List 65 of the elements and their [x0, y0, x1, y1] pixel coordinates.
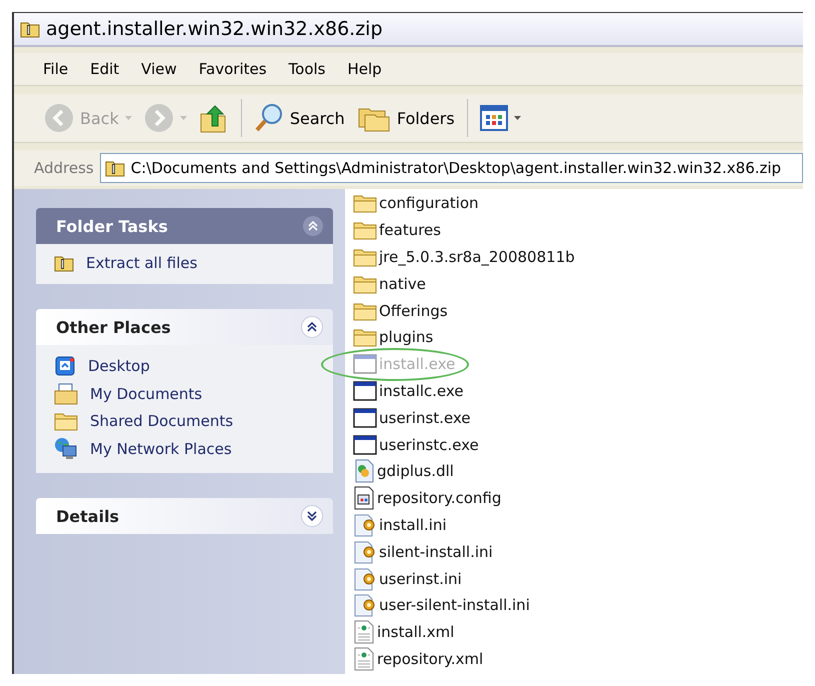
- xml-file-icon: [353, 620, 375, 644]
- expand-chevron-icon[interactable]: [301, 505, 323, 527]
- menu-item[interactable]: Tools: [278, 60, 336, 78]
- directory-entry[interactable]: install.ini: [353, 512, 447, 538]
- settings-file-icon: [353, 540, 377, 564]
- program-window-icon: [353, 353, 377, 376]
- views-grid-icon: [480, 105, 508, 131]
- panel-header[interactable]: Folder Tasks: [36, 208, 333, 244]
- desktop-icon: [54, 355, 76, 377]
- task-link[interactable]: Desktop: [54, 355, 333, 377]
- task-link[interactable]: Extract all files: [54, 254, 333, 272]
- directory-entry[interactable]: Offerings: [353, 297, 448, 324]
- folder-icon: [353, 220, 377, 240]
- address-label: Address: [34, 159, 94, 177]
- config-file-icon: [353, 486, 375, 510]
- menu-item[interactable]: Favorites: [188, 60, 278, 78]
- folder-icon: [353, 246, 377, 267]
- xml-file-icon: [353, 646, 375, 671]
- directory-entry[interactable]: silent-install.ini: [353, 538, 493, 566]
- program-window-icon: [353, 406, 377, 429]
- zip-folder-icon: [20, 20, 40, 38]
- panel-header[interactable]: Other Places: [36, 309, 333, 345]
- address-field[interactable]: C:\Documents and Settings\Administrator\Desktop\agent.installer.win32.win32.x86.zip: [100, 153, 803, 183]
- program-window-icon: [353, 434, 377, 456]
- task-link[interactable]: Shared Documents: [54, 411, 333, 431]
- zip-folder-icon: [54, 254, 74, 272]
- folders-button[interactable]: Folders: [352, 98, 459, 138]
- directory-entry[interactable]: plugins: [353, 324, 434, 351]
- menu-item[interactable]: Edit: [79, 60, 130, 78]
- directory-entry[interactable]: userinst.ini: [353, 565, 462, 592]
- folder-icon: [353, 327, 377, 348]
- directory-entry[interactable]: gdiplus.dll: [353, 458, 454, 485]
- settings-file-icon: [353, 566, 377, 591]
- folder-icon: [353, 274, 377, 294]
- directory-entry[interactable]: features: [353, 216, 441, 244]
- directory-entry[interactable]: repository.config: [353, 484, 502, 512]
- task-link[interactable]: My Network Places: [54, 437, 333, 461]
- settings-file-icon: [353, 512, 377, 537]
- folder-icon: [54, 411, 78, 431]
- directory-entry[interactable]: install.xml: [353, 618, 454, 646]
- task-link[interactable]: My Documents: [54, 383, 333, 405]
- directory-entry[interactable]: jre_5.0.3.sr8a_20080811b: [353, 244, 575, 270]
- folder-icon: [353, 300, 377, 321]
- directory-entry[interactable]: native: [353, 270, 426, 298]
- window-title: agent.installer.win32.win32.x86.zip: [46, 18, 383, 40]
- zip-folder-icon: [104, 159, 125, 177]
- folder-icon: [353, 193, 377, 214]
- search-button[interactable]: Search: [250, 98, 349, 138]
- directory-entry[interactable]: configuration: [353, 190, 478, 217]
- menu-item[interactable]: File: [32, 60, 80, 78]
- dll-file-icon: [353, 459, 375, 484]
- search-icon: [254, 103, 284, 133]
- directory-entry[interactable]: repository.xml: [353, 646, 484, 672]
- menu-item[interactable]: Help: [336, 60, 393, 78]
- settings-file-icon: [353, 593, 377, 618]
- directory-entry[interactable]: userinstc.exe: [353, 431, 479, 458]
- directory-entry[interactable]: userinst.exe: [353, 404, 470, 432]
- documents-folder-icon: [54, 383, 78, 405]
- menu-item[interactable]: View: [130, 60, 188, 78]
- panel-header[interactable]: Details: [36, 498, 333, 534]
- directory-entry[interactable]: installc.exe: [353, 378, 464, 404]
- collapse-chevron-icon[interactable]: [301, 316, 323, 338]
- network-computer-icon: [54, 437, 78, 461]
- program-window-icon: [353, 380, 377, 402]
- directory-entry[interactable]: user-silent-install.ini: [353, 592, 530, 619]
